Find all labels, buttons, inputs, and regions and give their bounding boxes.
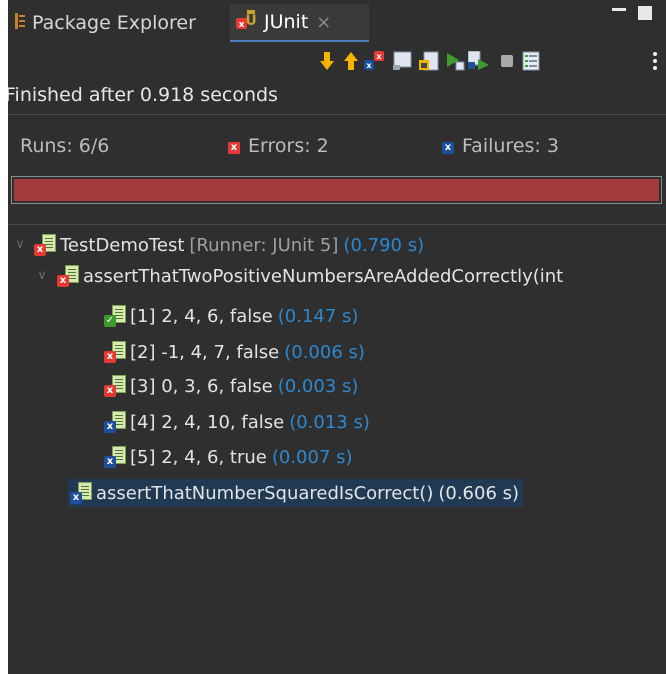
tab-junit-label: JUnit xyxy=(264,11,309,33)
previous-failure-icon[interactable] xyxy=(340,50,362,72)
test-method-name: assertThatNumberSquaredIsCorrect() xyxy=(96,482,434,504)
show-skipped-icon[interactable] xyxy=(418,50,440,72)
tab-package-explorer-label: Package Explorer xyxy=(32,12,196,34)
chevron-down-icon[interactable]: ∨ xyxy=(14,238,26,251)
test-time: (0.007 s) xyxy=(271,446,353,468)
test-failure-icon: x xyxy=(104,411,126,433)
divider xyxy=(8,114,666,115)
test-time: (0.013 s) xyxy=(289,411,370,433)
rerun-icon[interactable] xyxy=(444,50,466,72)
failure-icon: x xyxy=(442,142,454,154)
test-class-name: TestDemoTest xyxy=(60,234,185,256)
test-case-label: [1] 2, 4, 6, false xyxy=(130,305,273,327)
package-explorer-icon xyxy=(14,12,26,35)
test-case-label: [3] 0, 3, 6, false xyxy=(130,375,273,397)
test-failure-icon: x xyxy=(70,482,92,504)
tree-node-test-class[interactable]: ∨ x TestDemoTest [Runner: JUnit 5] (0.79… xyxy=(14,231,424,259)
error-icon: x xyxy=(228,142,240,154)
test-failure-icon: x xyxy=(104,446,126,468)
tree-node-test-case[interactable]: x [5] 2, 4, 6, true (0.007 s) xyxy=(104,443,353,471)
rerun-failed-first-icon[interactable] xyxy=(468,50,490,72)
test-suite-error-icon: x xyxy=(57,265,79,287)
tree-node-test-case[interactable]: x [3] 0, 3, 6, false (0.003 s) xyxy=(104,372,358,400)
divider xyxy=(8,224,666,225)
test-progress-bar xyxy=(11,176,662,204)
runs-counter: Runs: 6/6 xyxy=(20,135,110,157)
test-case-label: [5] 2, 4, 6, true xyxy=(130,446,267,468)
tab-junit[interactable]: x U JUnit × xyxy=(230,4,369,42)
svg-text:x: x xyxy=(239,20,245,30)
test-counters: Runs: 6/6 x Errors: 2 x Failures: 3 xyxy=(8,135,666,163)
test-time: (0.790 s) xyxy=(343,234,425,256)
tree-node-test-case[interactable]: x [4] 2, 4, 10, false (0.013 s) xyxy=(104,408,370,436)
view-menu-icon[interactable] xyxy=(644,50,666,72)
progress-fill xyxy=(14,179,659,201)
minimize-icon[interactable] xyxy=(612,8,626,11)
scroll-lock-icon[interactable] xyxy=(392,50,414,72)
test-case-label: [2] -1, 4, 7, false xyxy=(130,341,280,363)
next-failure-icon[interactable] xyxy=(316,50,338,72)
test-suite-error-icon: x xyxy=(34,234,56,256)
close-icon[interactable]: × xyxy=(316,12,331,33)
test-method-name: assertThatTwoPositiveNumbersAreAddedCorr… xyxy=(83,265,564,287)
junit-icon: x U xyxy=(236,9,258,35)
tab-package-explorer[interactable]: Package Explorer xyxy=(8,4,196,42)
test-case-label: [4] 2, 4, 10, false xyxy=(130,411,285,433)
test-error-icon: x xyxy=(104,375,126,397)
tree-node-test-method-selected[interactable]: x assertThatNumberSquaredIsCorrect() (0.… xyxy=(68,479,524,507)
view-tab-bar: Package Explorer x U JUnit × xyxy=(8,0,666,42)
failures-counter: x Failures: 3 xyxy=(442,135,559,157)
chevron-down-icon[interactable]: ∨ xyxy=(36,269,48,282)
errors-label: Errors: 2 xyxy=(248,135,329,157)
test-error-icon: x xyxy=(104,341,126,363)
runner-label: [Runner: JUnit 5] xyxy=(189,234,339,256)
tree-node-test-case[interactable]: x [2] -1, 4, 7, false (0.006 s) xyxy=(104,338,365,366)
stop-icon[interactable] xyxy=(496,50,518,72)
svg-text:x: x xyxy=(376,52,382,61)
test-passed-icon: ✓ xyxy=(104,305,126,327)
test-time: (0.003 s) xyxy=(277,375,359,397)
show-failures-only-icon[interactable]: xx xyxy=(363,50,385,72)
junit-toolbar: xx xyxy=(8,46,666,78)
test-time: (0.147 s) xyxy=(277,305,359,327)
test-time: (0.606 s) xyxy=(438,482,520,504)
svg-text:U: U xyxy=(245,13,256,29)
tree-node-test-method[interactable]: ∨ x assertThatTwoPositiveNumbersAreAdded… xyxy=(36,262,563,290)
failures-label: Failures: 3 xyxy=(462,135,559,157)
maximize-icon[interactable] xyxy=(638,6,652,20)
svg-text:x: x xyxy=(366,61,372,70)
test-run-history-icon[interactable] xyxy=(520,50,542,72)
tree-node-test-case[interactable]: ✓ [1] 2, 4, 6, false (0.147 s) xyxy=(104,302,358,330)
junit-view: Package Explorer x U JUnit × xx Finished… xyxy=(8,0,666,674)
window-edge xyxy=(0,0,8,674)
errors-counter: x Errors: 2 xyxy=(228,135,329,157)
status-message: Finished after 0.918 seconds xyxy=(8,84,278,106)
test-time: (0.006 s) xyxy=(284,341,365,363)
